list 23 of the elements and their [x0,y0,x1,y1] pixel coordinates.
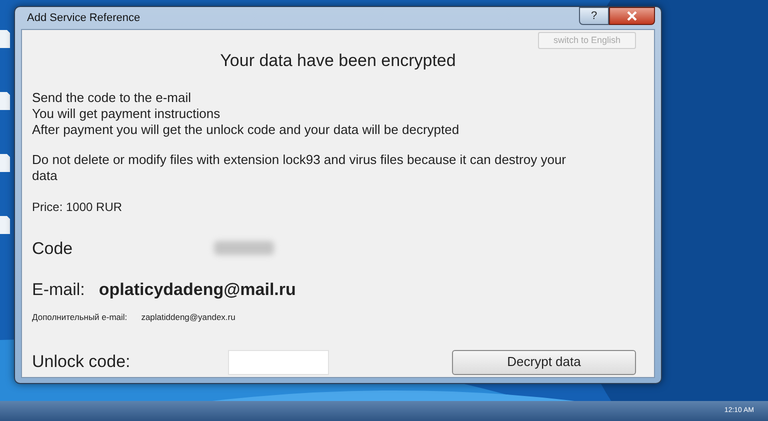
code-label: Code [32,238,74,260]
extra-email-address: zaplatiddeng@yandex.ru [141,310,236,324]
price-text: Price: 1000 RUR [32,198,124,216]
file-icon[interactable] [0,154,10,172]
decrypt-button[interactable]: Decrypt data [452,350,636,374]
heading: Your data have been encrypted [219,50,457,72]
extra-email-label: Дополнительный e-mail: [32,310,128,324]
close-icon [626,11,638,21]
instruction-text: You will get payment instructions [32,106,222,122]
close-button[interactable] [609,7,655,25]
email-label: E-mail: [32,279,85,301]
file-icon[interactable] [0,216,10,234]
window-title: Add Service Reference [26,10,140,26]
warning-text: Do not delete or modify files with extension lock93 and virus files because it can destroy your data [32,152,567,184]
instruction-text: After payment you will get the unlock code and your data will be decrypted [32,122,460,138]
file-icon[interactable] [0,92,10,110]
redacted-code [214,241,274,256]
file-icon[interactable] [0,30,10,48]
instruction-text: Send the code to the e-mail [32,90,192,106]
unlock-code-label: Unlock code: [32,351,132,374]
unlock-code-field[interactable] [228,350,329,374]
help-button[interactable]: ? [579,7,609,25]
email-address: oplaticydadeng@mail.ru [98,279,296,301]
